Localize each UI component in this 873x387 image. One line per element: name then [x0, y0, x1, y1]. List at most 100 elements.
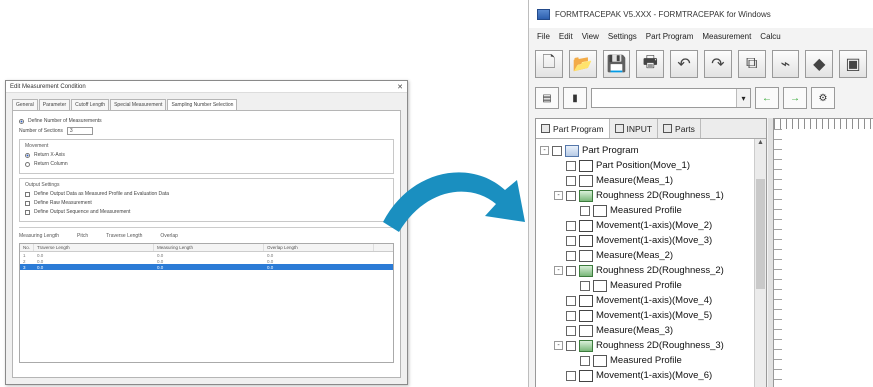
menu-measurement[interactable]: Measurement [702, 32, 751, 41]
node-checkbox[interactable] [566, 370, 576, 381]
tree-node[interactable]: Measure(Meas_2) [540, 248, 766, 263]
redo-icon[interactable]: ↷ [703, 50, 732, 78]
tree-node[interactable]: Measured Profile [540, 353, 766, 368]
tab-general[interactable]: General [12, 99, 38, 110]
cell: 1 [23, 252, 26, 258]
traverse-length-field[interactable]: Traverse Length [106, 233, 142, 239]
scroll-up-icon[interactable]: ▲ [755, 139, 766, 151]
node-checkbox[interactable] [566, 340, 576, 351]
tab-parameter[interactable]: Parameter [38, 99, 71, 110]
menu-calculation[interactable]: Calcu [760, 32, 780, 41]
node-checkbox[interactable] [580, 355, 590, 366]
arrow-left-icon[interactable]: ← [755, 87, 779, 109]
tree-node[interactable]: Movement(1-axis)(Move_2) [540, 218, 766, 233]
tree-node[interactable]: Movement(1-axis)(Move_6) [540, 368, 766, 383]
tree-node[interactable]: Measured Profile [540, 278, 766, 293]
open-folder-icon[interactable]: 📂 [568, 50, 597, 78]
undo-icon[interactable]: ↶ [670, 50, 698, 78]
arrow-right-icon[interactable]: → [783, 87, 807, 109]
tab-part-program[interactable]: Part Program [536, 119, 610, 138]
doc-icon[interactable]: ▤ [535, 87, 559, 109]
return-column-radio[interactable] [25, 161, 30, 167]
output-data-checkbox[interactable] [25, 191, 30, 197]
node-checkbox[interactable] [566, 310, 576, 321]
tree-node-label: Measured Profile [610, 355, 682, 366]
chevron-down-icon[interactable]: ▾ [736, 89, 750, 107]
expander-icon[interactable]: - [554, 341, 563, 350]
expander-icon[interactable]: - [540, 146, 549, 155]
program-icon [565, 144, 579, 157]
program-select[interactable]: ▾ [591, 88, 751, 108]
new-file-icon[interactable]: 🗋 [535, 50, 563, 78]
tree-node[interactable]: Movement(1-axis)(Move_3) [540, 233, 766, 248]
menu-edit[interactable]: Edit [559, 32, 573, 41]
tree-node[interactable]: - Roughness 2D(Roughness_2) [540, 263, 766, 278]
measuring-length-field[interactable]: Measuring Length [19, 233, 59, 239]
tree-node[interactable]: Movement(1-axis)(Move_5) [540, 308, 766, 323]
copy-icon[interactable]: ⧉ [737, 50, 766, 78]
table-row[interactable]: 2 0.0 0.0 0.0 [20, 258, 393, 264]
node-checkbox[interactable] [566, 265, 576, 276]
tree-scrollbar[interactable]: ▲ [754, 139, 766, 387]
tab-input-label: INPUT [626, 123, 653, 134]
tree-node[interactable]: - Roughness 2D(Roughness_3) [540, 338, 766, 353]
tab-special-measurement[interactable]: Special Measurement [110, 99, 167, 110]
node-checkbox[interactable] [552, 145, 562, 156]
table-row-selected[interactable]: 3 0.0 0.0 0.0 [20, 264, 393, 270]
tree-node[interactable]: Measure(Meas_3) [540, 323, 766, 338]
print-icon[interactable]: 🖶 [636, 50, 665, 78]
node-checkbox[interactable] [580, 205, 590, 216]
pin-icon[interactable]: ▮ [563, 87, 587, 109]
node-checkbox[interactable] [566, 175, 576, 186]
output-sequence-checkbox[interactable] [25, 209, 30, 215]
edit-measurement-dialog: Edit Measurement Condition ✕ General Par… [5, 80, 408, 385]
node-checkbox[interactable] [566, 295, 576, 306]
tree-node[interactable]: - Part Program [540, 143, 766, 158]
col-measuring: Measuring Length [154, 244, 264, 251]
tree-node[interactable]: Measured Profile [540, 203, 766, 218]
move-icon [579, 369, 593, 382]
cell: 0.0 [157, 252, 164, 258]
tab-sampling-number[interactable]: Sampling Number Selection [167, 99, 238, 110]
close-icon[interactable]: ✕ [397, 83, 403, 91]
chart-icon[interactable]: ⌁ [771, 50, 800, 78]
rough-icon [579, 189, 593, 202]
node-checkbox[interactable] [580, 280, 590, 291]
tree-node[interactable]: Movement(1-axis)(Move_4) [540, 293, 766, 308]
raw-measurement-checkbox[interactable] [25, 200, 30, 206]
return-x-axis-radio[interactable] [25, 152, 30, 158]
tree-node[interactable]: Part Position(Move_1) [540, 158, 766, 173]
pitch-field[interactable]: Pitch [77, 233, 88, 239]
menu-settings[interactable]: Settings [608, 32, 637, 41]
node-checkbox[interactable] [566, 160, 576, 171]
save-icon[interactable]: 💾 [602, 50, 631, 78]
tree-node[interactable]: Measure(Meas_1) [540, 173, 766, 188]
menu-view[interactable]: View [582, 32, 599, 41]
screen-icon[interactable]: ▣ [839, 50, 867, 78]
tree-node[interactable]: - Roughness 2D(Roughness_1) [540, 188, 766, 203]
node-checkbox[interactable] [566, 190, 576, 201]
overlap-field[interactable]: Overlap [160, 233, 178, 239]
tab-cutoff-length[interactable]: Cutoff Length [71, 99, 110, 110]
table-row[interactable]: 1 0.0 0.0 0.0 [20, 252, 393, 258]
expander-icon[interactable]: - [554, 191, 563, 200]
node-checkbox[interactable] [566, 325, 576, 336]
tab-parts[interactable]: Parts [658, 119, 701, 138]
col-no: No. [20, 244, 34, 251]
graphics-canvas[interactable] [773, 118, 873, 387]
movement-group: Movement Return X-Axis Return Column [19, 139, 394, 174]
number-of-sections-input[interactable]: 3 [66, 127, 93, 135]
meas-icon [579, 249, 593, 262]
define-number-radio[interactable] [19, 118, 24, 124]
settings-icon[interactable]: ⚙ [811, 87, 835, 109]
scroll-thumb[interactable] [756, 179, 765, 289]
node-checkbox[interactable] [566, 220, 576, 231]
movement-group-title: Movement [25, 143, 49, 149]
menu-part-program[interactable]: Part Program [646, 32, 694, 41]
expander-icon[interactable]: - [554, 266, 563, 275]
menu-file[interactable]: File [537, 32, 550, 41]
node-checkbox[interactable] [566, 250, 576, 261]
tab-input[interactable]: INPUT [610, 119, 659, 138]
node-checkbox[interactable] [566, 235, 576, 246]
probe-icon[interactable]: ◆ [805, 50, 834, 78]
